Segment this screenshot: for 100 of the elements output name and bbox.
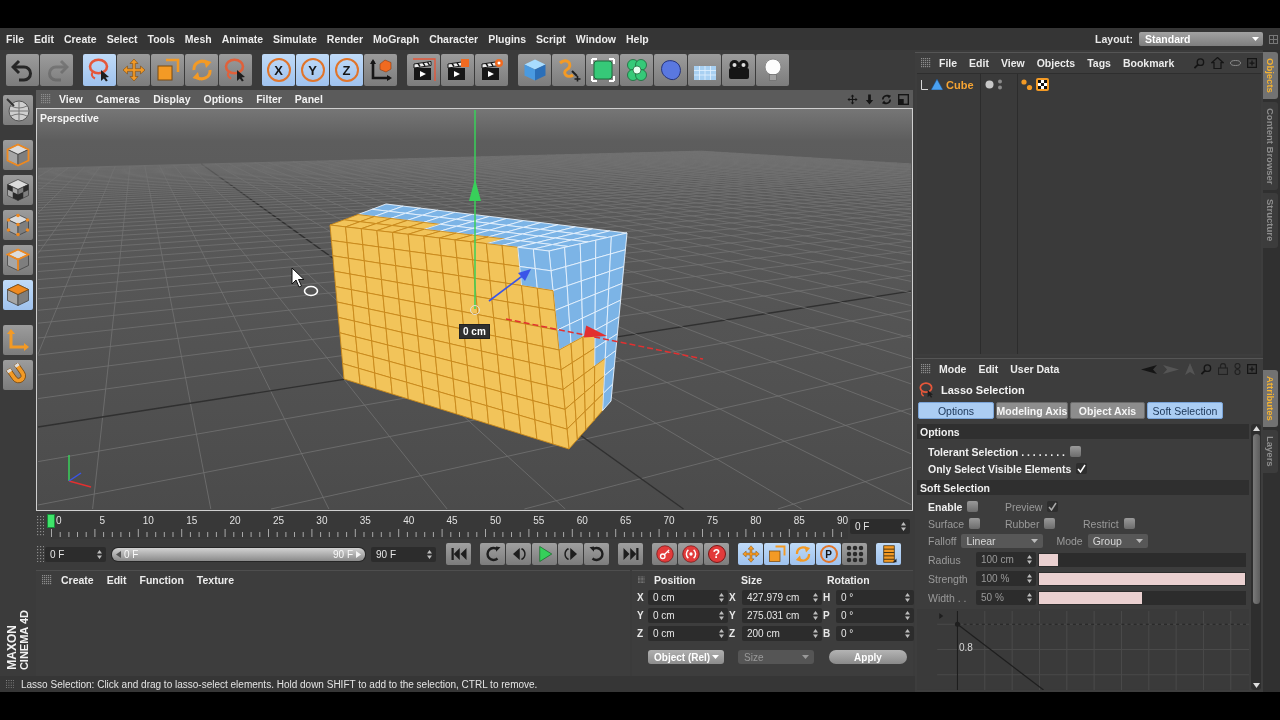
scale-key-button[interactable] <box>764 543 789 565</box>
panel-menu-item[interactable]: Create <box>61 574 94 586</box>
spline-tool-button[interactable] <box>552 54 585 86</box>
coordinate-field[interactable]: 0 ° <box>836 608 914 623</box>
attribute-tab[interactable]: Soft Selection <box>1147 402 1223 420</box>
axis-lock-button[interactable]: Y <box>296 54 329 86</box>
previous-frame-button[interactable] <box>506 543 531 565</box>
viewport-menu-item[interactable]: Display <box>153 93 191 105</box>
checkbox[interactable] <box>967 501 979 513</box>
make-editable-button[interactable] <box>3 95 33 125</box>
axis-label: X <box>637 592 645 603</box>
coordinate-field[interactable]: 0 ° <box>836 590 914 605</box>
panel-menu-item[interactable]: Tags <box>1087 57 1111 69</box>
previous-key-button[interactable] <box>480 543 505 565</box>
subdivision-button[interactable] <box>586 54 619 86</box>
scrollbar-thumb[interactable] <box>1252 434 1260 605</box>
coordinate-field[interactable]: 0 cm <box>648 590 728 605</box>
lasso-selection-button[interactable] <box>83 54 116 86</box>
points-mode-button[interactable] <box>3 210 33 240</box>
autokey-button[interactable] <box>678 543 703 565</box>
end-frame-field[interactable]: 90 F <box>371 546 436 562</box>
go-to-start-button[interactable] <box>446 543 471 565</box>
texture-mode-button[interactable] <box>3 175 33 205</box>
next-key-button[interactable] <box>584 543 609 565</box>
menu-item[interactable]: Character <box>429 33 479 45</box>
panel-menu-item[interactable]: Mode <box>939 363 967 376</box>
menu-item[interactable]: MoGraph <box>373 33 420 45</box>
parameter-key-button[interactable]: P <box>816 543 841 565</box>
panel-menu-item[interactable]: User Data <box>1010 363 1060 376</box>
undo-button[interactable] <box>6 54 39 86</box>
next-frame-button[interactable] <box>558 543 583 565</box>
panel-menu-item[interactable]: Edit <box>969 57 989 69</box>
floor-button[interactable] <box>688 54 721 86</box>
menu-item[interactable]: Simulate <box>273 33 317 45</box>
viewport-menu-item[interactable]: Cameras <box>95 93 141 105</box>
panel-menu-item[interactable]: Objects <box>1036 57 1076 69</box>
coordinate-field[interactable]: 0 cm <box>648 608 728 623</box>
slider-track[interactable] <box>1038 552 1246 567</box>
panel-menu-item[interactable]: Edit <box>978 363 999 376</box>
render-picture-button[interactable] <box>441 54 474 86</box>
cloner-button[interactable] <box>620 54 653 86</box>
coordinate-field[interactable]: 427.979 cm <box>742 590 822 605</box>
panel-menu-item[interactable]: Bookmark <box>1122 57 1175 69</box>
point-level-button[interactable] <box>842 543 867 565</box>
checkbox[interactable] <box>1069 446 1081 458</box>
viewport-menu-item[interactable]: View <box>59 93 83 105</box>
coordinate-field[interactable]: 0 cm <box>648 626 728 641</box>
playhead-handle[interactable] <box>47 514 55 528</box>
keyframe-selection-button[interactable]: ? <box>704 543 729 565</box>
menu-item[interactable]: Script <box>536 33 566 45</box>
axis-lock-button[interactable]: Z <box>330 54 363 86</box>
attribute-tab[interactable]: Options <box>918 402 994 420</box>
slider-track[interactable] <box>1038 590 1246 605</box>
menu-item[interactable]: File <box>6 33 25 45</box>
render-view-button[interactable] <box>407 54 440 86</box>
cube-object-button[interactable] <box>518 54 551 86</box>
viewport-menu-item[interactable]: Filter <box>256 93 282 105</box>
record-key-button[interactable] <box>652 543 677 565</box>
coordinate-system-button[interactable] <box>364 54 397 86</box>
camera-button[interactable] <box>722 54 755 86</box>
axis-lock-button[interactable]: X <box>262 54 295 86</box>
timeline-button[interactable] <box>876 543 901 565</box>
coordinate-field[interactable]: 275.031 cm <box>742 608 822 623</box>
menu-item[interactable]: Select <box>106 33 138 45</box>
coordinate-field[interactable]: 200 cm <box>742 626 822 641</box>
menu-item[interactable]: Render <box>326 33 364 45</box>
move-gizmo[interactable] <box>469 109 704 360</box>
menu-item[interactable]: Animate <box>221 33 264 45</box>
render-settings-button[interactable] <box>475 54 508 86</box>
edges-mode-button[interactable] <box>3 245 33 275</box>
ruler-label: 0 <box>56 514 62 526</box>
menu-item[interactable]: Tools <box>147 33 175 45</box>
spinner-icon <box>905 593 910 602</box>
model-mode-button[interactable] <box>3 140 33 170</box>
lasso-tool-button[interactable] <box>219 54 252 86</box>
menu-item[interactable]: Plugins <box>488 33 527 45</box>
coordinate-field[interactable]: 0 ° <box>836 626 914 641</box>
menu-item[interactable]: Window <box>575 33 616 45</box>
viewport-canvas[interactable]: Perspective 0 cm <box>36 108 913 511</box>
panel-menu-item[interactable]: File <box>939 57 958 69</box>
panel-menu-item[interactable]: View <box>1000 57 1025 69</box>
start-frame-field[interactable]: 0 F <box>45 546 106 562</box>
panel-menu-item[interactable]: Edit <box>106 574 127 586</box>
go-to-end-button[interactable] <box>618 543 643 565</box>
object-name[interactable]: Cube <box>946 78 974 91</box>
deformer-button[interactable] <box>654 54 687 86</box>
menu-item[interactable]: Edit <box>34 33 54 45</box>
polygons-mode-button[interactable] <box>3 280 33 310</box>
menu-item[interactable]: Create <box>63 33 97 45</box>
current-frame-field[interactable]: 0 F <box>850 518 910 534</box>
panel-menu-item[interactable]: Function <box>139 574 184 586</box>
scrollbar[interactable] <box>1251 424 1261 690</box>
cube-mesh[interactable] <box>329 203 628 450</box>
panel-menu-item[interactable]: Texture <box>196 574 234 586</box>
snap-button[interactable] <box>3 360 33 390</box>
viewport-menu-item[interactable]: Options <box>203 93 244 105</box>
menu-item[interactable]: Help <box>626 33 649 45</box>
light-button[interactable] <box>756 54 789 86</box>
menu-item[interactable]: Mesh <box>184 33 212 45</box>
viewport-menu-item[interactable]: Panel <box>294 93 323 105</box>
